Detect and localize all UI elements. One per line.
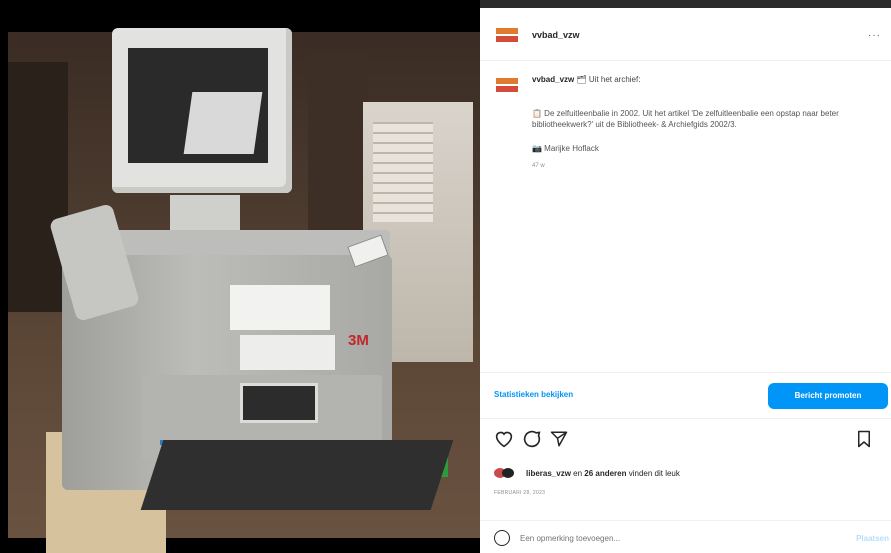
brand-logo: 3M — [348, 332, 369, 349]
post-caption: vvbad_vzw 🗂 Uit het archief: 📋 De zelfui… — [496, 74, 881, 169]
caption-avatar[interactable] — [496, 76, 518, 94]
instruction-label — [230, 285, 330, 330]
more-icon[interactable]: ··· — [868, 30, 881, 41]
comment-input[interactable] — [520, 533, 820, 543]
likes-others[interactable]: 26 anderen — [584, 469, 626, 478]
post-photo[interactable]: 3M — [0, 0, 480, 553]
heart-icon[interactable] — [494, 430, 514, 448]
likes-summary[interactable]: liberas_vzw en 26 anderen vinden dit leu… — [494, 466, 680, 480]
liker-avatars — [494, 466, 516, 480]
kiosk-grid — [373, 122, 433, 222]
share-icon[interactable] — [550, 430, 568, 448]
receipt-slot — [240, 383, 318, 423]
book-pad — [140, 440, 454, 510]
emoji-icon[interactable] — [494, 530, 510, 546]
divider — [480, 418, 891, 419]
post-comment-button[interactable]: Plaatsen — [856, 534, 889, 543]
caption-header: 🗂 Uit het archief: — [576, 75, 641, 84]
caption-age: 47 w — [532, 163, 545, 169]
photo-credit: 📷 Marijke Hoflack — [532, 144, 599, 153]
likes-suffix: vinden dit leuk — [626, 468, 680, 478]
avatar[interactable] — [496, 26, 518, 44]
monitor-stand — [170, 195, 240, 230]
post-username[interactable]: vvbad_vzw — [532, 30, 580, 40]
comment-bar: Plaatsen — [494, 528, 889, 548]
top-edge — [480, 0, 891, 8]
divider — [480, 372, 891, 373]
divider — [480, 60, 891, 61]
bookmark-icon[interactable] — [856, 430, 872, 448]
view-insights-link[interactable]: Statistieken bekijken — [494, 390, 573, 399]
screen-graphic — [183, 92, 263, 154]
instagram-post-view: 3M vvbad_vzw ··· vvbad_vzw 🗂 Uit het arc… — [0, 0, 891, 553]
post-sidebar: vvbad_vzw ··· vvbad_vzw 🗂 Uit het archie… — [480, 0, 891, 553]
instruction-label-2 — [240, 335, 335, 370]
post-header: vvbad_vzw ··· — [496, 22, 881, 48]
comment-icon[interactable] — [522, 430, 542, 448]
likes-connector: en — [570, 468, 585, 478]
post-actions — [494, 430, 889, 452]
bookshelf — [8, 62, 68, 312]
caption-body: 📋 De zelfuitleenbalie in 2002. Uit het a… — [532, 109, 839, 129]
caption-username[interactable]: vvbad_vzw — [532, 75, 574, 84]
promote-post-button[interactable]: Bericht promoten — [768, 383, 888, 409]
divider — [480, 520, 891, 521]
post-date: FEBRUARI 28, 2023 — [494, 490, 546, 496]
liker-username[interactable]: liberas_vzw — [526, 469, 571, 478]
